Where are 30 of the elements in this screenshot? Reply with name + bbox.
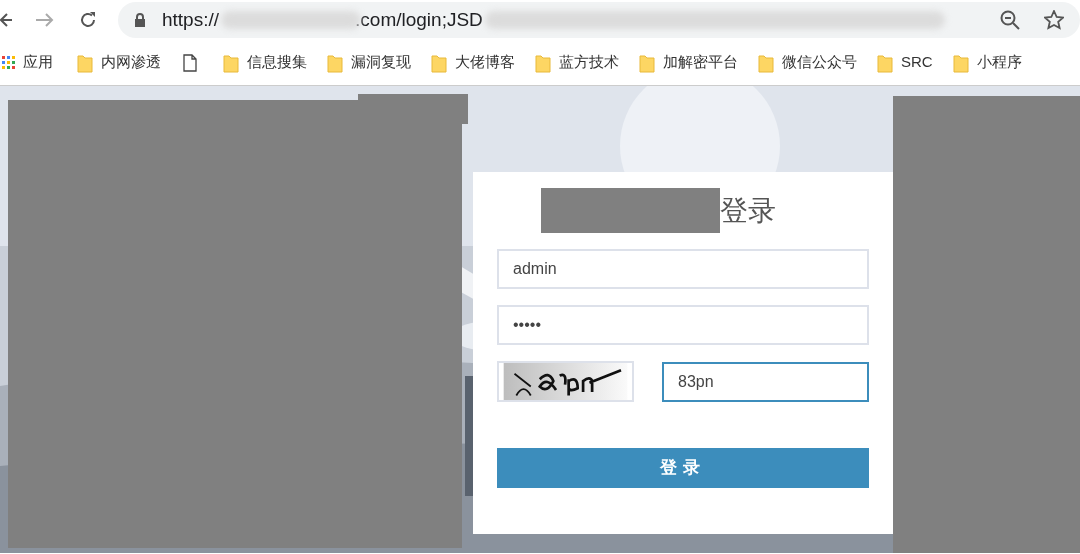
back-icon[interactable] (0, 12, 12, 28)
bookmark-item[interactable]: 内网渗透 (77, 51, 161, 74)
bookmark-item[interactable]: 大佬博客 (431, 51, 515, 74)
bookmark-item[interactable]: 蓝方技术 (535, 51, 619, 74)
zoom-out-icon[interactable] (1000, 10, 1020, 30)
folder-icon (431, 52, 447, 73)
folder-icon (223, 52, 239, 73)
bookmark-item[interactable]: 应用 (2, 51, 53, 74)
folder-icon (535, 52, 551, 73)
url-text: .com/login;JSD (355, 7, 483, 32)
url-text: https:// (162, 7, 220, 32)
bookmark-item[interactable]: 加解密平台 (639, 51, 738, 74)
bookmark-item[interactable]: 微信公众号 (758, 51, 857, 74)
folder-icon (639, 52, 655, 73)
folder-icon (758, 52, 774, 73)
bookmark-item[interactable]: 小程序 (952, 51, 1022, 74)
lock-icon (134, 13, 146, 27)
apps-icon (2, 56, 15, 69)
folder-icon (327, 52, 343, 73)
reload-icon[interactable] (79, 11, 97, 29)
folder-icon (952, 52, 969, 73)
folder-icon (77, 52, 93, 73)
bookmark-item[interactable] (183, 53, 197, 72)
page-icon (183, 53, 197, 72)
address-bar[interactable]: https:// .com/login;JSD (118, 2, 1080, 38)
star-icon[interactable] (1044, 10, 1064, 30)
bookmark-item[interactable]: SRC (877, 51, 933, 74)
folder-icon (877, 52, 893, 73)
bookmark-item[interactable]: 漏洞复现 (327, 51, 411, 74)
bookmark-item[interactable]: 信息搜集 (223, 51, 307, 74)
